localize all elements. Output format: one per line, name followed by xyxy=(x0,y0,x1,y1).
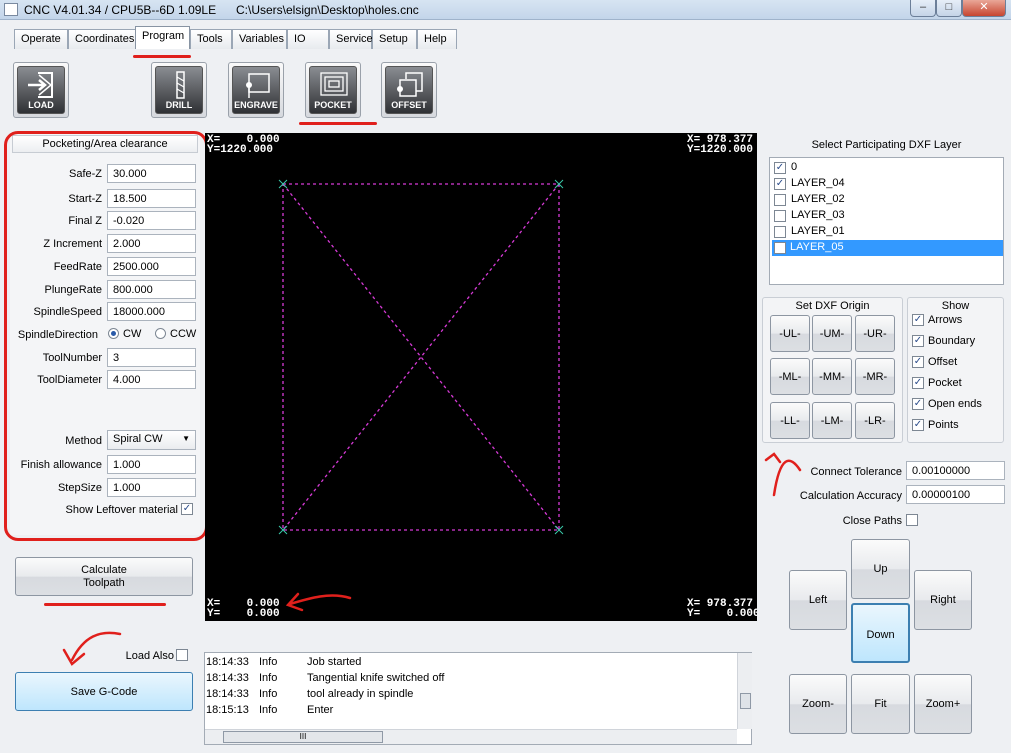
arrow-head xyxy=(764,452,782,464)
annotation-arrows xyxy=(62,452,802,666)
arrow-tolerance xyxy=(772,459,802,497)
arrow-canvas-origin xyxy=(288,594,352,606)
arrow-save xyxy=(70,631,122,662)
